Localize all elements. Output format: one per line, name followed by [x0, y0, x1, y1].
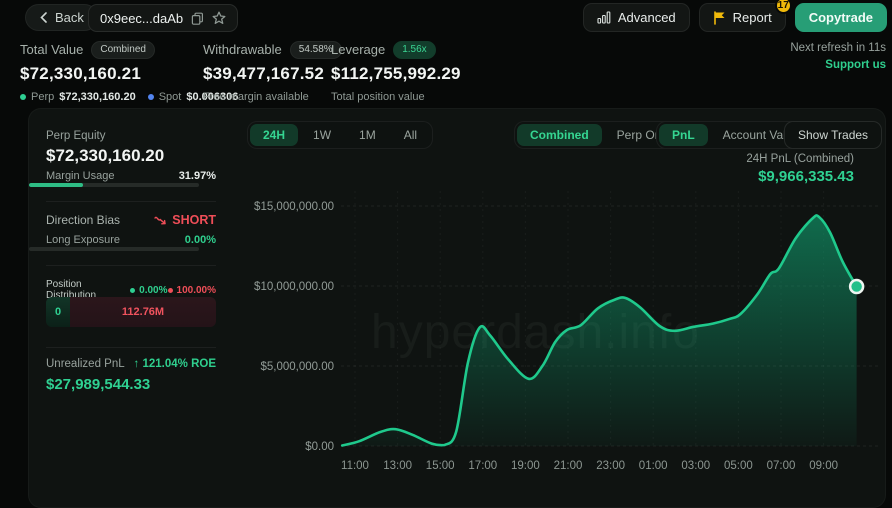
- long-exposure-value: 0.00%: [185, 234, 216, 246]
- chevron-left-icon: [39, 12, 48, 23]
- unrealized-pnl-value: $27,989,544.33: [46, 376, 216, 393]
- x-axis-label: 23:00: [596, 460, 625, 472]
- withdrawable-sub: Free margin available: [203, 91, 309, 103]
- withdrawable-label: Withdrawable: [203, 42, 282, 57]
- divider: [46, 265, 216, 266]
- long-segment: 0: [46, 297, 70, 327]
- x-axis-label: 21:00: [554, 460, 583, 472]
- chart-pnl-header: 24H PnL (Combined) $9,966,335.43: [746, 153, 854, 185]
- topbar-actions: Advanced Report 17 Copytrade: [583, 3, 887, 32]
- x-axis-label: 19:00: [511, 460, 540, 472]
- y-axis-label: $0.00: [305, 441, 334, 453]
- x-axis-label: 15:00: [426, 460, 455, 472]
- y-axis-label: $10,000,000.00: [254, 281, 334, 293]
- margin-usage-row: Margin Usage 31.97%: [46, 170, 216, 182]
- timeframe-1m[interactable]: 1M: [346, 124, 389, 146]
- advanced-label: Advanced: [618, 10, 676, 25]
- unrealized-pnl-label: Unrealized PnL: [46, 358, 125, 370]
- notification-badge: 17: [775, 0, 792, 14]
- wallet-address: 0x9eec...daAb: [100, 11, 183, 26]
- perp-label: Perp: [31, 91, 54, 103]
- long-exposure-row: Long Exposure 0.00%: [46, 234, 216, 246]
- perp-breakdown: Perp $72,330,160.20: [20, 91, 136, 103]
- x-axis-label: 01:00: [639, 460, 668, 472]
- timeframe-all[interactable]: All: [391, 124, 430, 146]
- direction-bias-value: SHORT: [172, 213, 216, 227]
- withdrawable-amount: $39,477,167.52: [203, 64, 342, 84]
- margin-usage-fill: [29, 183, 83, 187]
- view-pnl[interactable]: PnL: [659, 124, 708, 146]
- timeframe-1w[interactable]: 1W: [300, 124, 344, 146]
- short-legend: 100.00%: [168, 285, 216, 296]
- wallet-address-pill[interactable]: 0x9eec...daAb: [88, 4, 238, 32]
- support-us-link[interactable]: Support us: [825, 59, 886, 71]
- copy-icon[interactable]: [191, 12, 204, 25]
- leverage-amount: $112,755,992.29: [331, 64, 461, 84]
- y-axis-label: $15,000,000.00: [254, 201, 334, 213]
- perp-equity-value: $72,330,160.20: [46, 146, 216, 166]
- report-button[interactable]: Report 17: [699, 3, 786, 32]
- last-point-marker: [850, 280, 863, 293]
- mode-combined[interactable]: Combined: [517, 124, 602, 146]
- back-label: Back: [55, 10, 84, 25]
- long-legend-value: 0.00%: [139, 285, 167, 296]
- x-axis-label: 07:00: [767, 460, 796, 472]
- stat-withdrawable: Withdrawable 54.58% $39,477,167.52 Free …: [203, 41, 342, 103]
- flag-icon: [713, 11, 726, 25]
- chart-pnl-label: 24H PnL (Combined): [746, 153, 854, 165]
- pnl-chart: hyperdash.info11:0013:0015:0017:0019:002…: [241, 151, 887, 481]
- direction-bias-label: Direction Bias: [46, 213, 120, 227]
- bar-chart-icon: [597, 11, 611, 24]
- back-button[interactable]: Back: [25, 4, 98, 31]
- direction-bias-row: Direction Bias SHORT: [46, 213, 216, 227]
- short-dot-icon: [168, 288, 173, 293]
- long-legend: 0.00%: [130, 285, 167, 296]
- stat-leverage: Leverage 1.56x $112,755,992.29 Total pos…: [331, 41, 461, 103]
- short-segment: 112.76M: [70, 297, 216, 327]
- divider: [46, 347, 216, 348]
- perp-equity-label: Perp Equity: [46, 130, 216, 142]
- chart-pnl-value: $9,966,335.43: [746, 168, 854, 185]
- divider: [46, 201, 216, 202]
- position-distribution-bar: 0 112.76M: [46, 297, 216, 327]
- x-axis-label: 09:00: [809, 460, 838, 472]
- x-axis-label: 17:00: [468, 460, 497, 472]
- spot-label: Spot: [159, 91, 182, 103]
- margin-usage-value: 31.97%: [179, 170, 216, 182]
- long-exposure-bar: [29, 247, 199, 251]
- x-axis-label: 11:00: [341, 460, 369, 472]
- report-label: Report: [733, 10, 772, 25]
- x-axis-label: 13:00: [383, 460, 412, 472]
- timeframe-selector: 24H1W1MAll: [247, 121, 433, 149]
- short-legend-value: 100.00%: [177, 285, 216, 296]
- leverage-badge: 1.56x: [393, 41, 435, 59]
- leverage-sub: Total position value: [331, 91, 425, 103]
- total-value-label: Total Value: [20, 42, 83, 57]
- margin-usage-label: Margin Usage: [46, 170, 114, 182]
- copytrade-label: Copytrade: [809, 10, 873, 25]
- advanced-button[interactable]: Advanced: [583, 3, 690, 32]
- perp-dot-icon: [20, 94, 26, 100]
- x-axis-label: 03:00: [681, 460, 710, 472]
- x-axis-label: 05:00: [724, 460, 753, 472]
- show-trades-button[interactable]: Show Trades: [784, 121, 882, 149]
- star-icon[interactable]: [212, 11, 226, 25]
- spot-dot-icon: [148, 94, 154, 100]
- trend-down-icon: [154, 215, 167, 226]
- y-axis-label: $5,000,000.00: [260, 361, 334, 373]
- long-dot-icon: [130, 288, 135, 293]
- total-value-badge: Combined: [91, 41, 155, 59]
- margin-usage-bar: [29, 183, 199, 187]
- unrealized-pnl-row: Unrealized PnL ↑ 121.04% ROE: [46, 358, 216, 370]
- perp-value: $72,330,160.20: [59, 91, 135, 103]
- timeframe-24h[interactable]: 24H: [250, 124, 298, 146]
- leverage-label: Leverage: [331, 42, 385, 57]
- roe-value: ↑ 121.04% ROE: [134, 358, 216, 370]
- long-exposure-label: Long Exposure: [46, 234, 120, 246]
- refresh-countdown: Next refresh in 11s: [790, 42, 886, 54]
- portfolio-card: Perp Equity $72,330,160.20 Margin Usage …: [28, 108, 886, 508]
- copytrade-button[interactable]: Copytrade: [795, 3, 887, 32]
